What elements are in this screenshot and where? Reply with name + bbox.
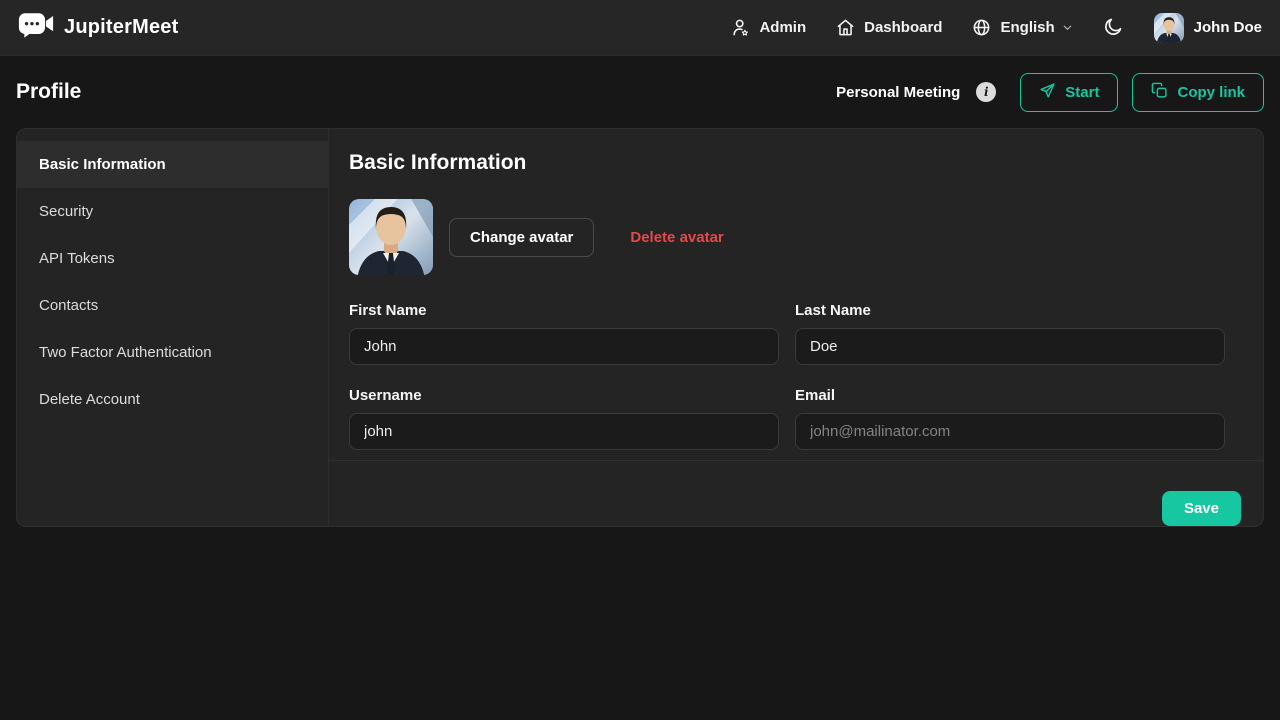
sidebar-item-basic-information[interactable]: Basic Information [17, 141, 328, 188]
section-title: Basic Information [349, 151, 1225, 175]
user-menu[interactable]: John Doe [1154, 13, 1262, 43]
chevron-down-icon [1062, 22, 1073, 33]
nav-language[interactable]: English [972, 18, 1072, 37]
video-camera-logo-icon [18, 11, 54, 44]
theme-toggle[interactable] [1103, 16, 1124, 40]
info-icon[interactable]: i [976, 82, 996, 102]
settings-sidebar: Basic Information Security API Tokens Co… [17, 129, 329, 526]
globe-icon [972, 18, 991, 37]
home-icon [836, 18, 855, 37]
personal-meeting-label: Personal Meeting [836, 84, 960, 101]
page-header-actions: Personal Meeting i Start Copy link [836, 73, 1264, 112]
username-field[interactable] [349, 413, 779, 450]
email-group: Email [795, 387, 1225, 450]
change-avatar-button[interactable]: Change avatar [449, 218, 594, 257]
last-name-label: Last Name [795, 302, 1225, 319]
email-field[interactable] [795, 413, 1225, 450]
profile-card: Basic Information Security API Tokens Co… [16, 128, 1264, 527]
sidebar-item-api-tokens[interactable]: API Tokens [17, 235, 328, 282]
profile-main: Basic Information [329, 129, 1263, 526]
avatar-row: Change avatar Delete avatar [349, 199, 1225, 275]
send-icon [1039, 82, 1056, 103]
save-button[interactable]: Save [1162, 491, 1241, 526]
form-footer: Save [329, 460, 1263, 526]
username-group: Username [349, 387, 779, 450]
profile-form: Basic Information [329, 129, 1263, 460]
start-meeting-button[interactable]: Start [1020, 73, 1118, 112]
moon-icon [1103, 16, 1124, 40]
copy-icon [1151, 82, 1168, 103]
sidebar-item-security[interactable]: Security [17, 188, 328, 235]
top-navbar: JupiterMeet Admin Dashboard [0, 0, 1280, 56]
admin-user-icon [731, 18, 750, 37]
sidebar-item-two-factor-authentication[interactable]: Two Factor Authentication [17, 329, 328, 376]
user-avatar [1154, 13, 1184, 43]
sidebar-item-contacts[interactable]: Contacts [17, 282, 328, 329]
email-label: Email [795, 387, 1225, 404]
nav-language-label: English [1000, 19, 1054, 36]
form-grid: First Name Last Name Username Email [349, 302, 1225, 450]
username-label: Username [349, 387, 779, 404]
first-name-group: First Name [349, 302, 779, 365]
nav-dashboard-label: Dashboard [864, 19, 942, 36]
first-name-field[interactable] [349, 328, 779, 365]
last-name-group: Last Name [795, 302, 1225, 365]
last-name-field[interactable] [795, 328, 1225, 365]
nav-admin-label: Admin [759, 19, 806, 36]
first-name-label: First Name [349, 302, 779, 319]
user-name: John Doe [1194, 19, 1262, 36]
nav-admin[interactable]: Admin [731, 18, 806, 37]
sidebar-item-delete-account[interactable]: Delete Account [17, 376, 328, 423]
page-header: Profile Personal Meeting i Start Copy li… [0, 56, 1280, 128]
nav-dashboard[interactable]: Dashboard [836, 18, 942, 37]
profile-avatar-image [349, 199, 433, 275]
copy-link-button[interactable]: Copy link [1132, 73, 1264, 112]
delete-avatar-button[interactable]: Delete avatar [630, 229, 723, 246]
brand-name: JupiterMeet [64, 16, 178, 39]
page-title: Profile [16, 80, 81, 104]
brand[interactable]: JupiterMeet [18, 11, 178, 44]
copy-link-label: Copy link [1177, 84, 1245, 101]
start-meeting-label: Start [1065, 84, 1099, 101]
navbar-right: Admin Dashboard English [731, 13, 1262, 43]
